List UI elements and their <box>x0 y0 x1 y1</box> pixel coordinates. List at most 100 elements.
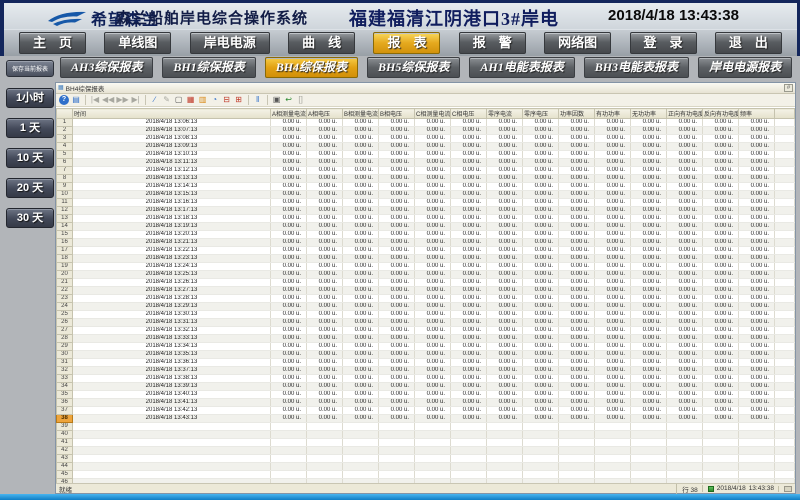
row-number[interactable]: 20 <box>57 271 73 279</box>
column-header[interactable]: C相测量电流 <box>415 109 451 119</box>
column-header[interactable]: 反向有功电度 <box>703 109 739 119</box>
column-header[interactable]: 有功功率 <box>595 109 631 119</box>
clock-icon[interactable]: ◔ <box>210 95 220 105</box>
row-number[interactable]: 26 <box>57 319 73 327</box>
period-button[interactable]: 20 天 <box>6 178 54 198</box>
row-number[interactable]: 14 <box>57 223 73 231</box>
signature-pen-icon[interactable]: ✎ <box>162 95 172 105</box>
nav-button[interactable]: 退 出 <box>715 32 782 54</box>
row-number[interactable]: 12 <box>57 207 73 215</box>
next-page-icon[interactable]: ▶▶ <box>116 95 128 105</box>
nav-button[interactable]: 主 页 <box>19 32 86 54</box>
column-header[interactable]: 功率因数 <box>559 109 595 119</box>
row-number[interactable]: 10 <box>57 191 73 199</box>
column-header[interactable]: 无功功率 <box>631 109 667 119</box>
row-number[interactable]: 34 <box>57 383 73 391</box>
nav-button[interactable]: 报 警 <box>459 32 526 54</box>
row-number[interactable]: 40 <box>57 431 73 439</box>
row-number[interactable]: 30 <box>57 351 73 359</box>
column-header[interactable]: 时间 <box>73 109 271 119</box>
row-number[interactable]: 23 <box>57 295 73 303</box>
row-number[interactable]: 15 <box>57 231 73 239</box>
report-tab[interactable]: BH1综保报表 <box>162 57 255 78</box>
report-tab[interactable]: BH4综保报表 <box>265 57 358 78</box>
prev-page-icon[interactable]: ◀◀ <box>102 95 114 105</box>
row-number[interactable]: 4 <box>57 143 73 151</box>
period-button[interactable]: 1 天 <box>6 118 54 138</box>
row-number[interactable]: 17 <box>57 247 73 255</box>
row-number[interactable]: 38 <box>57 415 73 423</box>
column-header[interactable]: B相电压 <box>379 109 415 119</box>
row-number[interactable]: 32 <box>57 367 73 375</box>
pause-icon[interactable]: ‖ <box>253 95 263 105</box>
last-record-icon[interactable]: ▶| <box>131 95 141 105</box>
row-number[interactable]: 16 <box>57 239 73 247</box>
report-tab[interactable]: AH1电能表报表 <box>469 57 574 78</box>
row-number[interactable]: 31 <box>57 359 73 367</box>
column-header[interactable]: C相电压 <box>451 109 487 119</box>
brackets-icon[interactable]: [] <box>296 95 306 105</box>
row-number[interactable]: 25 <box>57 311 73 319</box>
save-return-icon[interactable]: ↩ <box>284 95 294 105</box>
color-grid-icon[interactable]: ▦ <box>186 95 196 105</box>
column-header[interactable]: 零序电压 <box>523 109 559 119</box>
row-number[interactable]: 44 <box>57 463 73 471</box>
report-tab[interactable]: AH3综保报表 <box>60 57 153 78</box>
report-tab[interactable]: BH5综保报表 <box>367 57 460 78</box>
row-number[interactable]: 13 <box>57 215 73 223</box>
row-number[interactable]: 39 <box>57 423 73 431</box>
export-out-icon[interactable]: ⊞ <box>234 95 244 105</box>
period-button[interactable]: 10 天 <box>6 148 54 168</box>
row-number[interactable]: 7 <box>57 167 73 175</box>
row-number[interactable]: 3 <box>57 135 73 143</box>
nav-button[interactable]: 曲 线 <box>288 32 355 54</box>
export-in-icon[interactable]: ⊟ <box>222 95 232 105</box>
report-tab[interactable]: BH3电能表报表 <box>584 57 689 78</box>
draw-line-icon[interactable]: ∕ <box>150 95 160 105</box>
print-icon[interactable]: ▣ <box>272 95 282 105</box>
row-number[interactable]: 11 <box>57 199 73 207</box>
window-pin-icon[interactable]: # <box>784 84 793 92</box>
row-number[interactable]: 36 <box>57 399 73 407</box>
row-number[interactable]: 33 <box>57 375 73 383</box>
column-header[interactable]: 频率 <box>739 109 775 119</box>
row-number[interactable]: 1 <box>57 119 73 127</box>
chart-icon[interactable]: ▥ <box>198 95 208 105</box>
column-header[interactable]: 正向有功电度 <box>667 109 703 119</box>
nav-button[interactable]: 登 录 <box>630 32 697 54</box>
row-number[interactable]: 21 <box>57 279 73 287</box>
row-number[interactable]: 24 <box>57 303 73 311</box>
nav-button[interactable]: 岸电电源 <box>190 32 270 54</box>
column-header[interactable]: A相测量电流 <box>271 109 307 119</box>
period-button[interactable]: 30 天 <box>6 208 54 228</box>
first-record-icon[interactable]: |◀ <box>90 95 100 105</box>
row-number[interactable]: 42 <box>57 447 73 455</box>
save-current-report-button[interactable]: 保存当前报表 <box>6 60 54 77</box>
row-number[interactable]: 6 <box>57 159 73 167</box>
row-number[interactable]: 45 <box>57 471 73 479</box>
row-number[interactable]: 35 <box>57 391 73 399</box>
column-header[interactable]: 零序电流 <box>487 109 523 119</box>
row-number[interactable]: 18 <box>57 255 73 263</box>
column-header[interactable]: B相测量电流 <box>343 109 379 119</box>
row-number[interactable]: 29 <box>57 343 73 351</box>
row-number[interactable]: 5 <box>57 151 73 159</box>
nav-button[interactable]: 报 表 <box>373 32 440 54</box>
row-number[interactable]: 28 <box>57 335 73 343</box>
nav-button[interactable]: 网络图 <box>544 32 611 54</box>
row-number[interactable]: 22 <box>57 287 73 295</box>
copy-icon[interactable]: ▢ <box>174 95 184 105</box>
column-header[interactable]: A相电压 <box>307 109 343 119</box>
row-number[interactable]: 19 <box>57 263 73 271</box>
row-number[interactable]: 2 <box>57 127 73 135</box>
row-number[interactable]: 43 <box>57 455 73 463</box>
row-number[interactable]: 27 <box>57 327 73 335</box>
row-number[interactable]: 8 <box>57 175 73 183</box>
report-date-icon[interactable]: ▤ <box>71 95 81 105</box>
help-icon[interactable]: ? <box>59 95 69 105</box>
period-button[interactable]: 1小时 <box>6 88 54 108</box>
report-tab[interactable]: 岸电电源报表 <box>698 57 792 78</box>
nav-button[interactable]: 单线图 <box>104 32 171 54</box>
row-number[interactable]: 9 <box>57 183 73 191</box>
row-number[interactable]: 37 <box>57 407 73 415</box>
